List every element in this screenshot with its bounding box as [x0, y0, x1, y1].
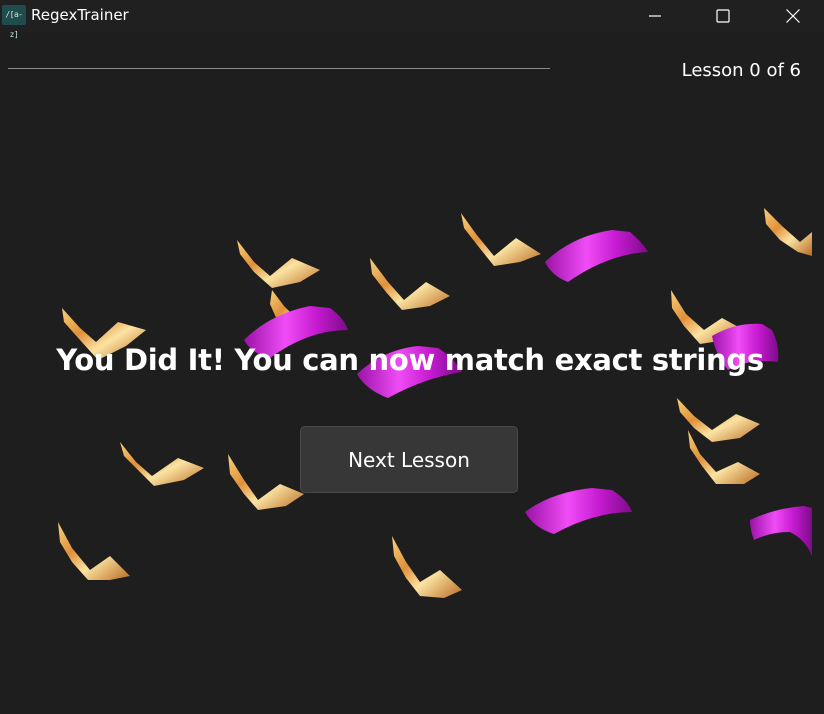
- confetti-ribbon: [237, 240, 320, 288]
- lesson-progress-bar: [8, 68, 550, 69]
- confetti-ribbon: [688, 430, 760, 484]
- confetti-ribbon: [671, 290, 744, 344]
- maximize-icon: [716, 9, 730, 23]
- confetti-ribbon: [750, 506, 812, 556]
- window-title: RegexTrainer: [31, 6, 129, 24]
- title-bar: /[a-z] RegexTrainer: [0, 0, 824, 39]
- minimize-icon: [649, 15, 661, 17]
- app-icon: /[a-z]: [2, 5, 26, 39]
- confetti-ribbon: [228, 454, 304, 510]
- confetti-ribbon: [525, 488, 632, 534]
- completion-message: You Did It! You can now match exact stri…: [56, 343, 764, 377]
- close-button[interactable]: [770, 0, 816, 32]
- confetti-ribbon: [120, 442, 204, 486]
- minimize-button[interactable]: [632, 0, 678, 32]
- confetti-ribbon: [270, 290, 312, 338]
- confetti-ribbon: [677, 398, 760, 442]
- confetti-ribbon: [545, 230, 648, 282]
- confetti-ribbon: [370, 258, 450, 310]
- confetti-ribbon: [58, 522, 130, 580]
- confetti-ribbon: [392, 536, 462, 598]
- lesson-counter: Lesson 0 of 6: [681, 60, 801, 81]
- confetti-ribbon: [764, 208, 812, 256]
- confetti-ribbon: [461, 213, 541, 266]
- close-icon: [786, 9, 800, 23]
- maximize-button[interactable]: [700, 0, 746, 32]
- next-lesson-button[interactable]: Next Lesson: [300, 426, 518, 493]
